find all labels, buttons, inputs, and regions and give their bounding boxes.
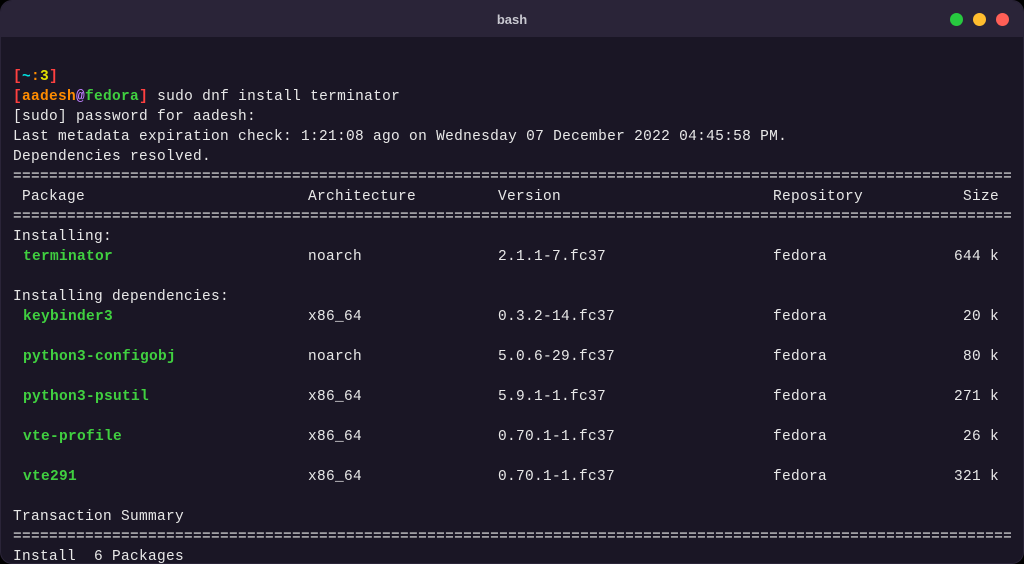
header-arch: Architecture <box>308 187 498 207</box>
pkg-arch: x86_64 <box>308 427 498 447</box>
window-controls <box>950 13 1009 26</box>
table-row: keybinder3x86_640.3.2-14.fc37fedora20 k <box>13 307 1011 327</box>
prompt-cwd: [~:3] <box>13 69 58 85</box>
pkg-repo: fedora <box>773 467 918 487</box>
pkg-name: terminator <box>13 247 308 267</box>
pkg-version: 5.9.1-1.fc37 <box>498 387 773 407</box>
pkg-name: vte291 <box>13 467 308 487</box>
pkg-repo: fedora <box>773 347 918 367</box>
pkg-size: 26 k <box>918 427 1011 447</box>
header-size: Size <box>918 187 1011 207</box>
horizontal-rule: ========================================… <box>13 527 1011 547</box>
deps-resolved-line: Dependencies resolved. <box>13 149 211 165</box>
pkg-name: keybinder3 <box>13 307 308 327</box>
pkg-version: 2.1.1-7.fc37 <box>498 247 773 267</box>
pkg-name: python3-psutil <box>13 387 308 407</box>
table-row: vte291x86_640.70.1-1.fc37fedora321 k <box>13 467 1011 487</box>
install-count-line: Install 6 Packages <box>13 549 184 564</box>
header-version: Version <box>498 187 773 207</box>
txn-summary-line: Transaction Summary <box>13 509 184 525</box>
sudo-prompt-line: [sudo] password for aadesh: <box>13 109 256 125</box>
horizontal-rule: ========================================… <box>13 167 1011 187</box>
pkg-arch: x86_64 <box>308 387 498 407</box>
table-row: terminatornoarch2.1.1-7.fc37fedora644 k <box>13 247 1011 267</box>
pkg-name: vte-profile <box>13 427 308 447</box>
pkg-repo: fedora <box>773 387 918 407</box>
table-row: python3-psutilx86_645.9.1-1.fc37fedora27… <box>13 387 1011 407</box>
installing-deps-label: Installing dependencies: <box>13 289 229 305</box>
header-repo: Repository <box>773 187 918 207</box>
terminal-output[interactable]: [~:3] [aadesh@fedora] sudo dnf install t… <box>1 37 1023 564</box>
pkg-version: 0.70.1-1.fc37 <box>498 467 773 487</box>
pkg-size: 20 k <box>918 307 1011 327</box>
pkg-arch: x86_64 <box>308 467 498 487</box>
minimize-icon[interactable] <box>950 13 963 26</box>
pkg-name: python3-configobj <box>13 347 308 367</box>
close-icon[interactable] <box>996 13 1009 26</box>
terminal-window: bash [~:3] [aadesh@fedora] sudo dnf inst… <box>0 0 1024 564</box>
pkg-size: 644 k <box>918 247 1011 267</box>
horizontal-rule: ========================================… <box>13 207 1011 227</box>
pkg-version: 5.0.6-29.fc37 <box>498 347 773 367</box>
prompt-userhost: [aadesh@fedora] <box>13 89 148 105</box>
pkg-arch: noarch <box>308 247 498 267</box>
pkg-repo: fedora <box>773 247 918 267</box>
table-row: python3-configobjnoarch5.0.6-29.fc37fedo… <box>13 347 1011 367</box>
metadata-line: Last metadata expiration check: 1:21:08 … <box>13 129 787 145</box>
header-package: Package <box>13 187 308 207</box>
table-header-row: PackageArchitectureVersionRepositorySize <box>13 187 1011 207</box>
title-bar: bash <box>1 1 1023 37</box>
pkg-repo: fedora <box>773 307 918 327</box>
command-input: sudo dnf install terminator <box>157 89 400 105</box>
window-title: bash <box>497 12 527 27</box>
pkg-size: 321 k <box>918 467 1011 487</box>
pkg-arch: noarch <box>308 347 498 367</box>
table-row: vte-profilex86_640.70.1-1.fc37fedora26 k <box>13 427 1011 447</box>
pkg-version: 0.70.1-1.fc37 <box>498 427 773 447</box>
installing-label: Installing: <box>13 229 112 245</box>
pkg-size: 271 k <box>918 387 1011 407</box>
packages-table: Installing: terminatornoarch2.1.1-7.fc37… <box>13 227 1011 487</box>
pkg-repo: fedora <box>773 427 918 447</box>
maximize-icon[interactable] <box>973 13 986 26</box>
pkg-size: 80 k <box>918 347 1011 367</box>
pkg-version: 0.3.2-14.fc37 <box>498 307 773 327</box>
pkg-arch: x86_64 <box>308 307 498 327</box>
